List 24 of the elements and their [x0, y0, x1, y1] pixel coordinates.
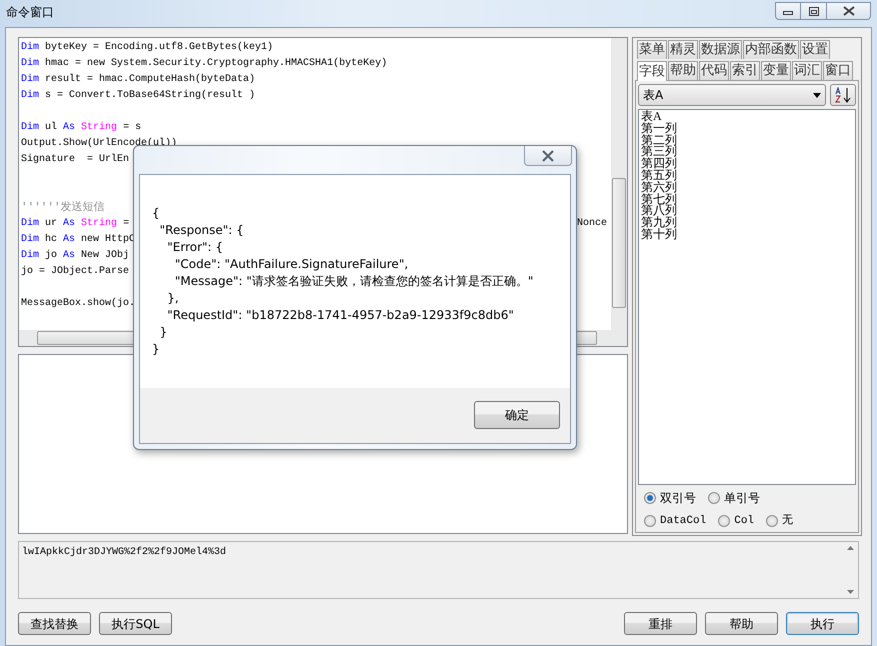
code-line: Dim result = hmac.ComputeHash(byteData) [21, 72, 256, 87]
code-line: Dim byteKey = Encoding.utf8.GetBytes(key1) [21, 40, 274, 55]
code-line: jo = JObject.Parse [21, 264, 130, 279]
code-line: Dim hmac = new System.Security.Cryptography.HMACSHA1(byteKey) [21, 56, 388, 71]
code-line: MessageBox.show(jo. [21, 296, 136, 311]
code-line: Dim ur As String = [21, 216, 130, 231]
message-text: "Response": { [158, 222, 245, 239]
code-line: ''''''发送短信 [21, 200, 105, 216]
message-text: { [152, 205, 161, 222]
message-text: } [158, 324, 168, 341]
code-line: Dim jo As New JObj [21, 248, 130, 263]
code-line: Signature = UrlEn [21, 152, 130, 167]
message-text: "Code": "AuthFailure.SignatureFailure", [174, 256, 410, 273]
result-text: lwIApkkCjdr3DJYWG%2f2%2f9JOMel4%3d [21, 546, 228, 560]
code-line: Dim s = Convert.ToBase64String(result ) [21, 88, 256, 103]
code-line: Dim ul As String = s [21, 120, 142, 135]
message-text: "RequestId": "b18722b8-1741-4957-b2a9-12933f9c8db6" [166, 307, 515, 324]
message-text: "Error": { [166, 239, 224, 256]
code-line: Output.Show(UrlEncode(ul)) [21, 136, 178, 151]
code-line: Nonce [576, 217, 607, 231]
message-text: }, [166, 290, 180, 307]
message-text: "Message": "请求签名验证失败，请检查您的签名计算是否正确。" [174, 273, 534, 290]
window-title: 命令窗口 [6, 4, 54, 21]
message-text: } [152, 341, 161, 358]
